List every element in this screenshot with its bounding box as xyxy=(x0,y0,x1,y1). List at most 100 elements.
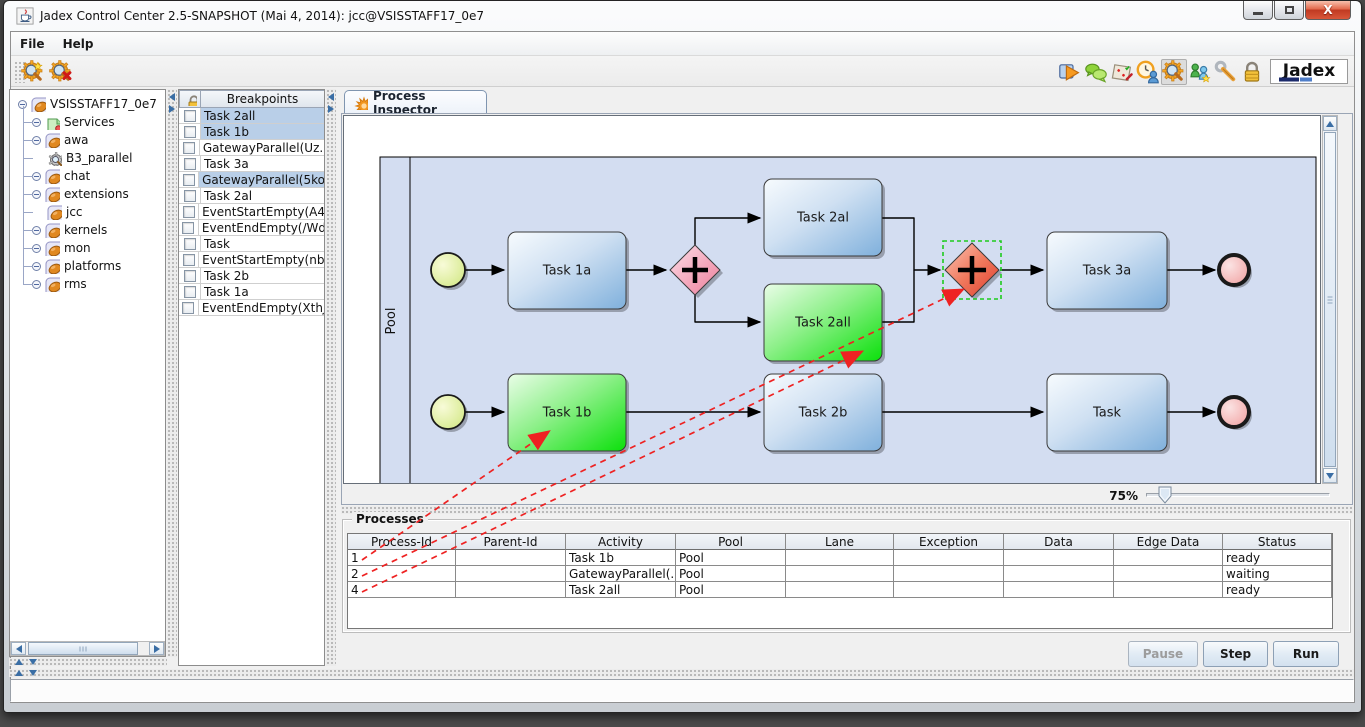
tree-node-b3-parallel[interactable]: B3_parallel xyxy=(32,149,133,167)
tree-scroll-thumb[interactable] xyxy=(28,642,138,655)
tree-toggle-icon[interactable] xyxy=(32,262,41,271)
end-event[interactable] xyxy=(1219,255,1252,288)
column-header[interactable]: Edge Data xyxy=(1114,534,1223,550)
menu-file[interactable]: File xyxy=(11,37,54,51)
close-button[interactable]: X xyxy=(1305,1,1351,20)
breakpoint-checkbox[interactable] xyxy=(183,142,195,154)
table-row[interactable]: 4Task 2allPoolready xyxy=(348,582,1332,598)
starter-icon-button[interactable] xyxy=(1057,59,1083,85)
tab-process-inspector[interactable]: Process Inspector xyxy=(344,90,487,114)
menu-help[interactable]: Help xyxy=(54,37,103,51)
task-task-2al[interactable]: Task 2al xyxy=(764,179,885,259)
breakpoint-row[interactable]: EventEndEmpty(/Wd... xyxy=(179,220,324,236)
console-splitter[interactable] xyxy=(9,669,1354,677)
breakpoint-row[interactable]: GatewayParallel(5ko... xyxy=(179,172,324,188)
task-task-3a[interactable]: Task 3a xyxy=(1047,232,1170,312)
breakpoint-row[interactable]: Task 1a xyxy=(179,284,324,300)
column-header[interactable]: Data xyxy=(1004,534,1114,550)
breakpoint-row[interactable]: Task 1b xyxy=(179,124,324,140)
breakpoint-checkbox[interactable] xyxy=(184,126,196,138)
end-event[interactable] xyxy=(1219,397,1252,430)
breakpoint-row[interactable]: EventStartEmpty(nb... xyxy=(179,252,324,268)
breakpoint-row[interactable]: GatewayParallel(Uz... xyxy=(179,140,324,156)
breakpoint-checkbox[interactable] xyxy=(182,302,194,314)
breakpoints-lock-header[interactable] xyxy=(179,90,201,108)
gear-search-remove-icon-button[interactable] xyxy=(48,59,74,85)
task-task-1a[interactable]: Task 1a xyxy=(508,232,629,312)
breakpoint-row[interactable]: Task 3a xyxy=(179,156,324,172)
scroll-up-icon[interactable] xyxy=(1323,116,1337,131)
component-viewer-icon-button[interactable] xyxy=(1161,59,1187,85)
column-header[interactable]: Status xyxy=(1223,534,1332,550)
tree-toggle-icon[interactable] xyxy=(32,280,41,289)
zoom-slider-track[interactable] xyxy=(1146,493,1330,497)
settings-icon-button[interactable] xyxy=(1213,59,1239,85)
tree-node-kernels[interactable]: kernels xyxy=(32,221,107,239)
bpmn-canvas[interactable]: Pool Task 1a Task 2al Task 2all Task 3a … xyxy=(343,115,1321,484)
canvas-scroll-thumb[interactable] xyxy=(1324,132,1336,467)
column-header[interactable]: Process-Id xyxy=(348,534,456,550)
breakpoint-checkbox[interactable] xyxy=(182,222,194,234)
tree-node-rms[interactable]: rms xyxy=(32,275,87,293)
task-task-2b[interactable]: Task 2b xyxy=(764,374,885,454)
breakpoints-inspector-splitter[interactable] xyxy=(326,89,336,666)
zoom-slider-thumb[interactable] xyxy=(1158,486,1172,504)
task-task-2all[interactable]: Task 2all xyxy=(764,284,885,364)
breakpoint-checkbox[interactable] xyxy=(184,158,196,170)
tree-toggle-icon[interactable] xyxy=(32,118,41,127)
tree-toggle-icon[interactable] xyxy=(32,190,41,199)
security-icon-button[interactable] xyxy=(1187,59,1213,85)
step-button[interactable]: Step xyxy=(1203,641,1268,667)
tree-node-extensions[interactable]: extensions xyxy=(32,185,129,203)
tree-node-platforms[interactable]: platforms xyxy=(32,257,121,275)
column-header[interactable]: Parent-Id xyxy=(456,534,566,550)
tree-node-awa[interactable]: awa xyxy=(32,131,89,149)
scroll-left-icon[interactable] xyxy=(11,642,26,655)
tree-node-services[interactable]: Services xyxy=(32,113,115,131)
conversation-icon-button[interactable] xyxy=(1083,59,1109,85)
breakpoint-row[interactable]: EventStartEmpty(A4... xyxy=(179,204,324,220)
tree-toggle-icon[interactable] xyxy=(32,136,41,145)
minimize-button[interactable] xyxy=(1243,1,1273,20)
table-row[interactable]: 1Task 1bPoolready xyxy=(348,550,1332,566)
breakpoint-checkbox[interactable] xyxy=(184,110,196,122)
breakpoint-row[interactable]: Task 2all xyxy=(179,108,324,124)
breakpoint-row[interactable]: EventEndEmpty(XthJ... xyxy=(179,300,324,316)
canvas-vertical-scrollbar[interactable] xyxy=(1322,115,1338,484)
tree-horizontal-scrollbar[interactable] xyxy=(10,641,165,656)
breakpoint-row[interactable]: Task xyxy=(179,236,324,252)
gear-search-add-icon-button[interactable] xyxy=(20,59,46,85)
breakpoint-checkbox[interactable] xyxy=(184,238,196,250)
column-header[interactable]: Exception xyxy=(894,534,1004,550)
task-task-1b[interactable]: Task 1b xyxy=(508,374,629,454)
breakpoint-checkbox[interactable] xyxy=(183,254,195,266)
task-task[interactable]: Task xyxy=(1047,374,1170,454)
awareness-icon-button[interactable] xyxy=(1135,59,1161,85)
scroll-right-icon[interactable] xyxy=(149,642,164,655)
column-header[interactable]: Lane xyxy=(786,534,894,550)
breakpoint-row[interactable]: Task 2b xyxy=(179,268,324,284)
breakpoints-header[interactable]: Breakpoints xyxy=(201,90,325,108)
breakpoint-row[interactable]: Task 2al xyxy=(179,188,324,204)
tree-toggle-icon[interactable] xyxy=(32,244,41,253)
tree-node-mon[interactable]: mon xyxy=(32,239,91,257)
left-bottom-splitter[interactable] xyxy=(9,658,167,666)
breakpoint-checkbox[interactable] xyxy=(183,174,195,186)
tree-toggle-icon[interactable] xyxy=(32,226,41,235)
maximize-button[interactable] xyxy=(1274,1,1304,20)
tree-node-vsisstaff17-0e7[interactable]: VSISSTAFF17_0e7 xyxy=(18,95,157,113)
tree-breakpoints-splitter[interactable] xyxy=(167,89,177,657)
breakpoint-checkbox[interactable] xyxy=(184,190,196,202)
canvas-processes-splitter[interactable] xyxy=(341,506,1353,514)
run-button[interactable]: Run xyxy=(1273,641,1339,667)
column-header[interactable]: Activity xyxy=(566,534,676,550)
breakpoint-checkbox[interactable] xyxy=(184,286,196,298)
lock-icon-button[interactable] xyxy=(1239,59,1265,85)
table-row[interactable]: 2GatewayParallel(...Poolwaiting xyxy=(348,566,1332,582)
pause-button[interactable]: Pause xyxy=(1128,641,1198,667)
scroll-down-icon[interactable] xyxy=(1323,468,1337,483)
tree-node-chat[interactable]: chat xyxy=(32,167,90,185)
column-header[interactable]: Pool xyxy=(676,534,786,550)
breakpoint-checkbox[interactable] xyxy=(183,206,195,218)
tree-toggle-icon[interactable] xyxy=(32,172,41,181)
